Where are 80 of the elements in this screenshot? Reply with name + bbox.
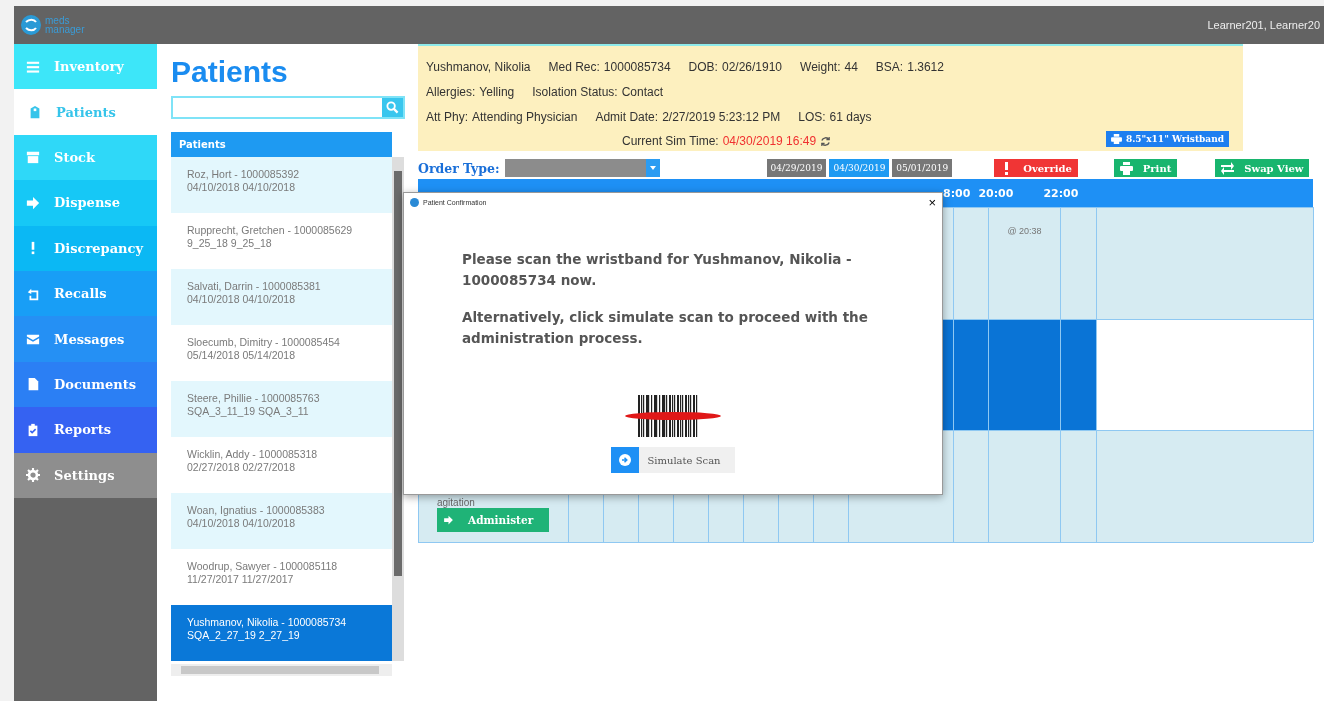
info-field: Allergies: Yelling [426, 84, 515, 99]
scrollbar[interactable] [392, 157, 404, 661]
info-field: Admit Date: 2/27/2019 5:23:12 PM [595, 109, 781, 124]
info-field: Med Rec: 1000085734 [548, 59, 671, 74]
nav-icon [26, 332, 40, 347]
wristband-button[interactable]: 8.5"x11" Wristband [1105, 131, 1229, 147]
time-label: 8:00 [943, 186, 971, 200]
nav-icon [28, 105, 42, 120]
override-button[interactable]: Override [994, 159, 1078, 177]
dialog-message: Alternatively, click simulate scan to proceed with the administration process. [462, 308, 869, 348]
schedule-cell[interactable] [1097, 430, 1314, 542]
sidebar-item[interactable]: Discrepancy [14, 225, 157, 271]
schedule-cell[interactable] [989, 430, 1061, 542]
info-field: Isolation Status: Contact [532, 84, 664, 99]
schedule-cell[interactable] [1061, 430, 1097, 542]
schedule-cell[interactable] [1097, 207, 1314, 319]
swap-button[interactable]: Swap View [1215, 159, 1310, 177]
app-icon [410, 197, 419, 207]
printer-icon [1110, 134, 1122, 144]
printer-icon [1119, 161, 1133, 175]
sidebar-item[interactable]: Recalls [14, 270, 157, 317]
search-icon[interactable] [386, 101, 399, 114]
patient-row[interactable]: Steere, Phillie - 1000085763 SQA_3_11_19 SQA_3_11 [171, 381, 392, 437]
patient-row[interactable]: Woan, Ignatius - 1000085383 04/10/2018 04/10/2018 [171, 493, 392, 549]
info-field: BSA: 1.3612 [875, 59, 944, 74]
sidebar-item[interactable]: Patients [14, 89, 157, 135]
patient-row[interactable]: Salvati, Darrin - 1000085381 04/10/2018 04/10/2018 [171, 269, 392, 325]
schedule-cell[interactable] [989, 319, 1061, 430]
info-field: Yushmanov, Nikolia [426, 59, 531, 74]
schedule-cell[interactable] [954, 319, 989, 430]
page-title: Patients [171, 54, 288, 90]
schedule-cell[interactable]: @ 20:38 [989, 207, 1061, 319]
date-tab[interactable]: 05/01/2019 [892, 159, 953, 177]
schedule-cell[interactable] [1061, 207, 1097, 319]
barcode-scan-icon [624, 395, 722, 437]
patient-row[interactable]: Roz, Hort - 1000085392 04/10/2018 04/10/2018 [171, 157, 392, 213]
time-label: 22:00 [1043, 186, 1079, 200]
patient-row[interactable]: Yushmanov, Nikolia - 1000085734 SQA_2_27_19 2_27_19 [171, 605, 392, 661]
arrow-icon [443, 515, 454, 525]
info-field: Att Phy: Attending Physician [426, 109, 578, 124]
date-tab[interactable]: 04/29/2019 [766, 159, 827, 177]
order-type-label: Order Type: [418, 160, 500, 176]
refresh-icon[interactable] [820, 135, 832, 147]
schedule-cell[interactable] [954, 430, 989, 542]
dialog-message: Please scan the wristband for Yushmanov, Nikolia - 1000085734 now. [462, 250, 853, 290]
sidebar-item[interactable]: Documents [14, 361, 157, 408]
sidebar-item[interactable]: Settings [14, 452, 157, 498]
sim-time-value: 04/30/2019 16:49 [722, 134, 817, 148]
close-button[interactable]: × [928, 195, 936, 209]
arrow-icon [619, 454, 632, 466]
order-text: agitation [437, 497, 475, 508]
info-field: DOB: 02/26/1910 [688, 59, 782, 74]
order-type-dropdown[interactable] [504, 159, 660, 177]
nav-icon [26, 468, 40, 483]
administer-button[interactable]: Administer [437, 508, 549, 532]
list-header: Patients [171, 132, 392, 157]
search-field[interactable] [171, 96, 405, 119]
nav-icon [26, 422, 40, 437]
sidebar-item[interactable]: Reports [14, 407, 157, 453]
info-field: LOS: 61 days [798, 109, 872, 124]
nav-icon [26, 59, 40, 74]
caret-icon [649, 166, 656, 170]
sim-time-label: Current Sim Time: [622, 134, 719, 148]
nav-icon [26, 195, 40, 210]
simulate-scan-button[interactable]: Simulate Scan [611, 447, 735, 473]
nav-icon [26, 150, 40, 165]
sidebar-item[interactable]: Messages [14, 316, 157, 362]
time-label: 20:00 [978, 186, 1014, 200]
date-tab[interactable]: 04/30/2019 [829, 159, 890, 177]
scrollbar[interactable] [171, 664, 392, 676]
schedule-cell[interactable] [1061, 319, 1097, 430]
nav-icon [26, 377, 40, 392]
info-field: Weight: 44 [800, 59, 858, 74]
print-button[interactable]: Print [1113, 159, 1178, 177]
schedule-cell[interactable] [1097, 319, 1314, 430]
swap-icon [1221, 161, 1235, 175]
schedule-cell[interactable] [954, 207, 989, 319]
logo-text: meds manager [45, 16, 85, 34]
user-name[interactable]: Learner201, Learner20 [1207, 19, 1320, 31]
logo-icon [20, 14, 42, 36]
